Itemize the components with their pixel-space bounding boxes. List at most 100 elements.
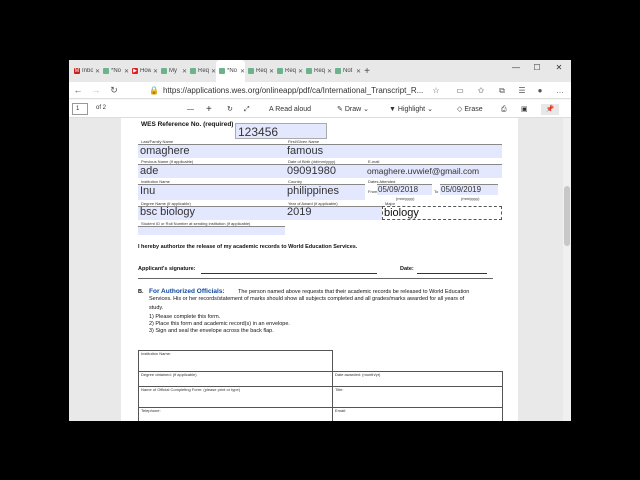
tab-label: Not: [343, 68, 353, 74]
divider: [138, 278, 493, 279]
favorite-star-icon[interactable]: ☆: [429, 84, 443, 97]
page-count: of 2: [96, 105, 107, 111]
tab-label: My: [169, 68, 177, 74]
to-format-label: (mm/yyyy): [461, 196, 480, 201]
to-label: To: [434, 189, 439, 194]
tab-favicon-icon: ▶: [132, 68, 138, 74]
tab-label: *No: [111, 68, 122, 74]
highlight-icon: ▼: [389, 106, 396, 113]
draw-button[interactable]: ✎ Draw ⌄: [337, 104, 369, 115]
tab-favicon-icon: [103, 68, 109, 74]
major-value: biology: [384, 207, 419, 219]
eraser-icon: ◇: [457, 106, 463, 113]
tab-6[interactable]: Req ✕: [245, 60, 274, 82]
table-title-cell[interactable]: [332, 386, 503, 408]
table-title-label: Title:: [335, 387, 344, 392]
table-official-label: Name of Official Completing Form: (pleas…: [141, 387, 241, 392]
table-email-cell[interactable]: [332, 407, 503, 421]
erase-button[interactable]: ◇ Erase: [457, 104, 483, 115]
wes-ref-value: 123456: [238, 125, 279, 139]
erase-label: Erase: [464, 106, 483, 113]
degree-value: bsc biology: [140, 206, 196, 218]
table-phone-label: Telephone:: [141, 408, 161, 413]
draw-icon: ✎: [337, 106, 343, 113]
share-icon[interactable]: ⧉: [495, 84, 509, 97]
read-aloud-icon: A: [269, 106, 274, 113]
close-window-button[interactable]: ✕: [548, 60, 570, 76]
zoom-out-button[interactable]: —: [187, 104, 194, 115]
zoom-in-button[interactable]: +: [206, 104, 212, 115]
table-phone-cell[interactable]: [138, 407, 333, 421]
more-icon[interactable]: …: [553, 84, 567, 97]
date-label: Date:: [400, 266, 414, 272]
step-1: 1) Please complete this form.: [149, 314, 221, 320]
collections-icon[interactable]: ▭: [453, 84, 467, 97]
table-date-awarded-label: Date awarded: (month/yr): [335, 372, 381, 377]
from-label: From: [368, 189, 378, 194]
url-field[interactable]: 🔒 https://applications.wes.org/onlineapp…: [149, 84, 449, 97]
officials-text-1: The person named above requests that the…: [238, 289, 470, 295]
new-tab-button[interactable]: +: [361, 66, 373, 77]
extensions-icon[interactable]: ☰: [515, 84, 529, 97]
tab-4[interactable]: Req ✕: [187, 60, 216, 82]
page-number-input[interactable]: 1: [72, 103, 88, 115]
student-id-field[interactable]: [138, 226, 285, 235]
tab-close-icon[interactable]: ✕: [356, 68, 361, 75]
tab-8[interactable]: Req ✕: [303, 60, 332, 82]
read-aloud-button[interactable]: A Read aloud: [269, 104, 311, 115]
authorize-text: I hereby authorize the release of my aca…: [138, 244, 358, 250]
tab-1[interactable]: *No ✕: [100, 60, 129, 82]
favorites-icon[interactable]: ✩: [474, 84, 488, 97]
tab-favicon-icon: [190, 68, 196, 74]
tab-favicon-icon: M: [74, 68, 80, 74]
tab-9[interactable]: Not ✕: [332, 60, 361, 82]
wes-ref-label: WES Reference No. (required): [141, 121, 234, 128]
tab-favicon-icon: [219, 68, 225, 74]
refresh-icon[interactable]: ↻: [105, 85, 123, 96]
institution-field[interactable]: [138, 184, 285, 200]
section-b-label: B.: [138, 289, 144, 295]
dob-value: 09091980: [287, 165, 336, 177]
tab-favicon-icon: [248, 68, 254, 74]
tab-list: M Inbo ✕ *No ✕ ▶ How ✕ My ✕ Req ✕ *No ✕ Req ✕ Req ✕ Req ✕ No…: [71, 60, 361, 82]
tab-favicon-icon: [306, 68, 312, 74]
from-format-label: (mm/yyyy): [396, 196, 415, 201]
tab-2[interactable]: ▶ How ✕: [129, 60, 158, 82]
avatar[interactable]: ●: [533, 84, 547, 97]
minimize-button[interactable]: —: [505, 60, 527, 76]
forward-icon[interactable]: →: [87, 85, 105, 95]
last-name-value: omaghere: [140, 145, 190, 157]
draw-label: Draw: [344, 106, 362, 113]
fit-page-icon[interactable]: ⤢: [244, 104, 250, 115]
tab-label: How: [140, 68, 151, 74]
tab-label: Req: [314, 68, 325, 74]
tab-favicon-icon: [161, 68, 167, 74]
tab-label: Inbo: [82, 68, 93, 74]
pdf-page: WES Reference No. (required) 123456 Last…: [121, 118, 518, 421]
signature-line: [201, 273, 377, 274]
year-value: 2019: [287, 206, 312, 218]
prev-name-field[interactable]: [138, 164, 285, 178]
step-2: 2) Place this form and academic record(s…: [149, 321, 290, 327]
tab-7[interactable]: Req ✕: [274, 60, 303, 82]
print-icon[interactable]: ⎙: [501, 104, 507, 115]
save-icon[interactable]: ▣: [521, 104, 528, 115]
url-text: https://applications.wes.org/onlineapp/p…: [162, 86, 424, 95]
browser-window: M Inbo ✕ *No ✕ ▶ How ✕ My ✕ Req ✕ *No ✕ Req ✕ Req ✕ Req ✕ No…: [69, 60, 571, 421]
tab-5[interactable]: *No ✕: [216, 60, 245, 82]
scrollbar-thumb[interactable]: [564, 186, 570, 246]
scrollbar[interactable]: [563, 118, 571, 421]
tab-3[interactable]: My ✕: [158, 60, 187, 82]
back-icon[interactable]: ←: [69, 85, 87, 95]
pdf-toolbar: 1 of 2 — + ↻ ⤢ A Read aloud ✎ Draw ⌄ ▼ H…: [69, 100, 571, 118]
tab-favicon-icon: [277, 68, 283, 74]
tab-bar: M Inbo ✕ *No ✕ ▶ How ✕ My ✕ Req ✕ *No ✕ Req ✕ Req ✕ Req ✕ No…: [69, 60, 571, 82]
maximize-button[interactable]: ☐: [526, 60, 548, 76]
tab-label: *No: [227, 68, 238, 74]
to-date-value: 05/09/2019: [441, 185, 482, 194]
tab-0[interactable]: M Inbo ✕: [71, 60, 100, 82]
pin-toolbar-icon[interactable]: 📌: [541, 104, 559, 115]
rotate-icon[interactable]: ↻: [227, 104, 233, 115]
officials-title: For Authorized Officials:: [149, 288, 225, 295]
highlight-button[interactable]: ▼ Highlight ⌄: [389, 104, 433, 115]
